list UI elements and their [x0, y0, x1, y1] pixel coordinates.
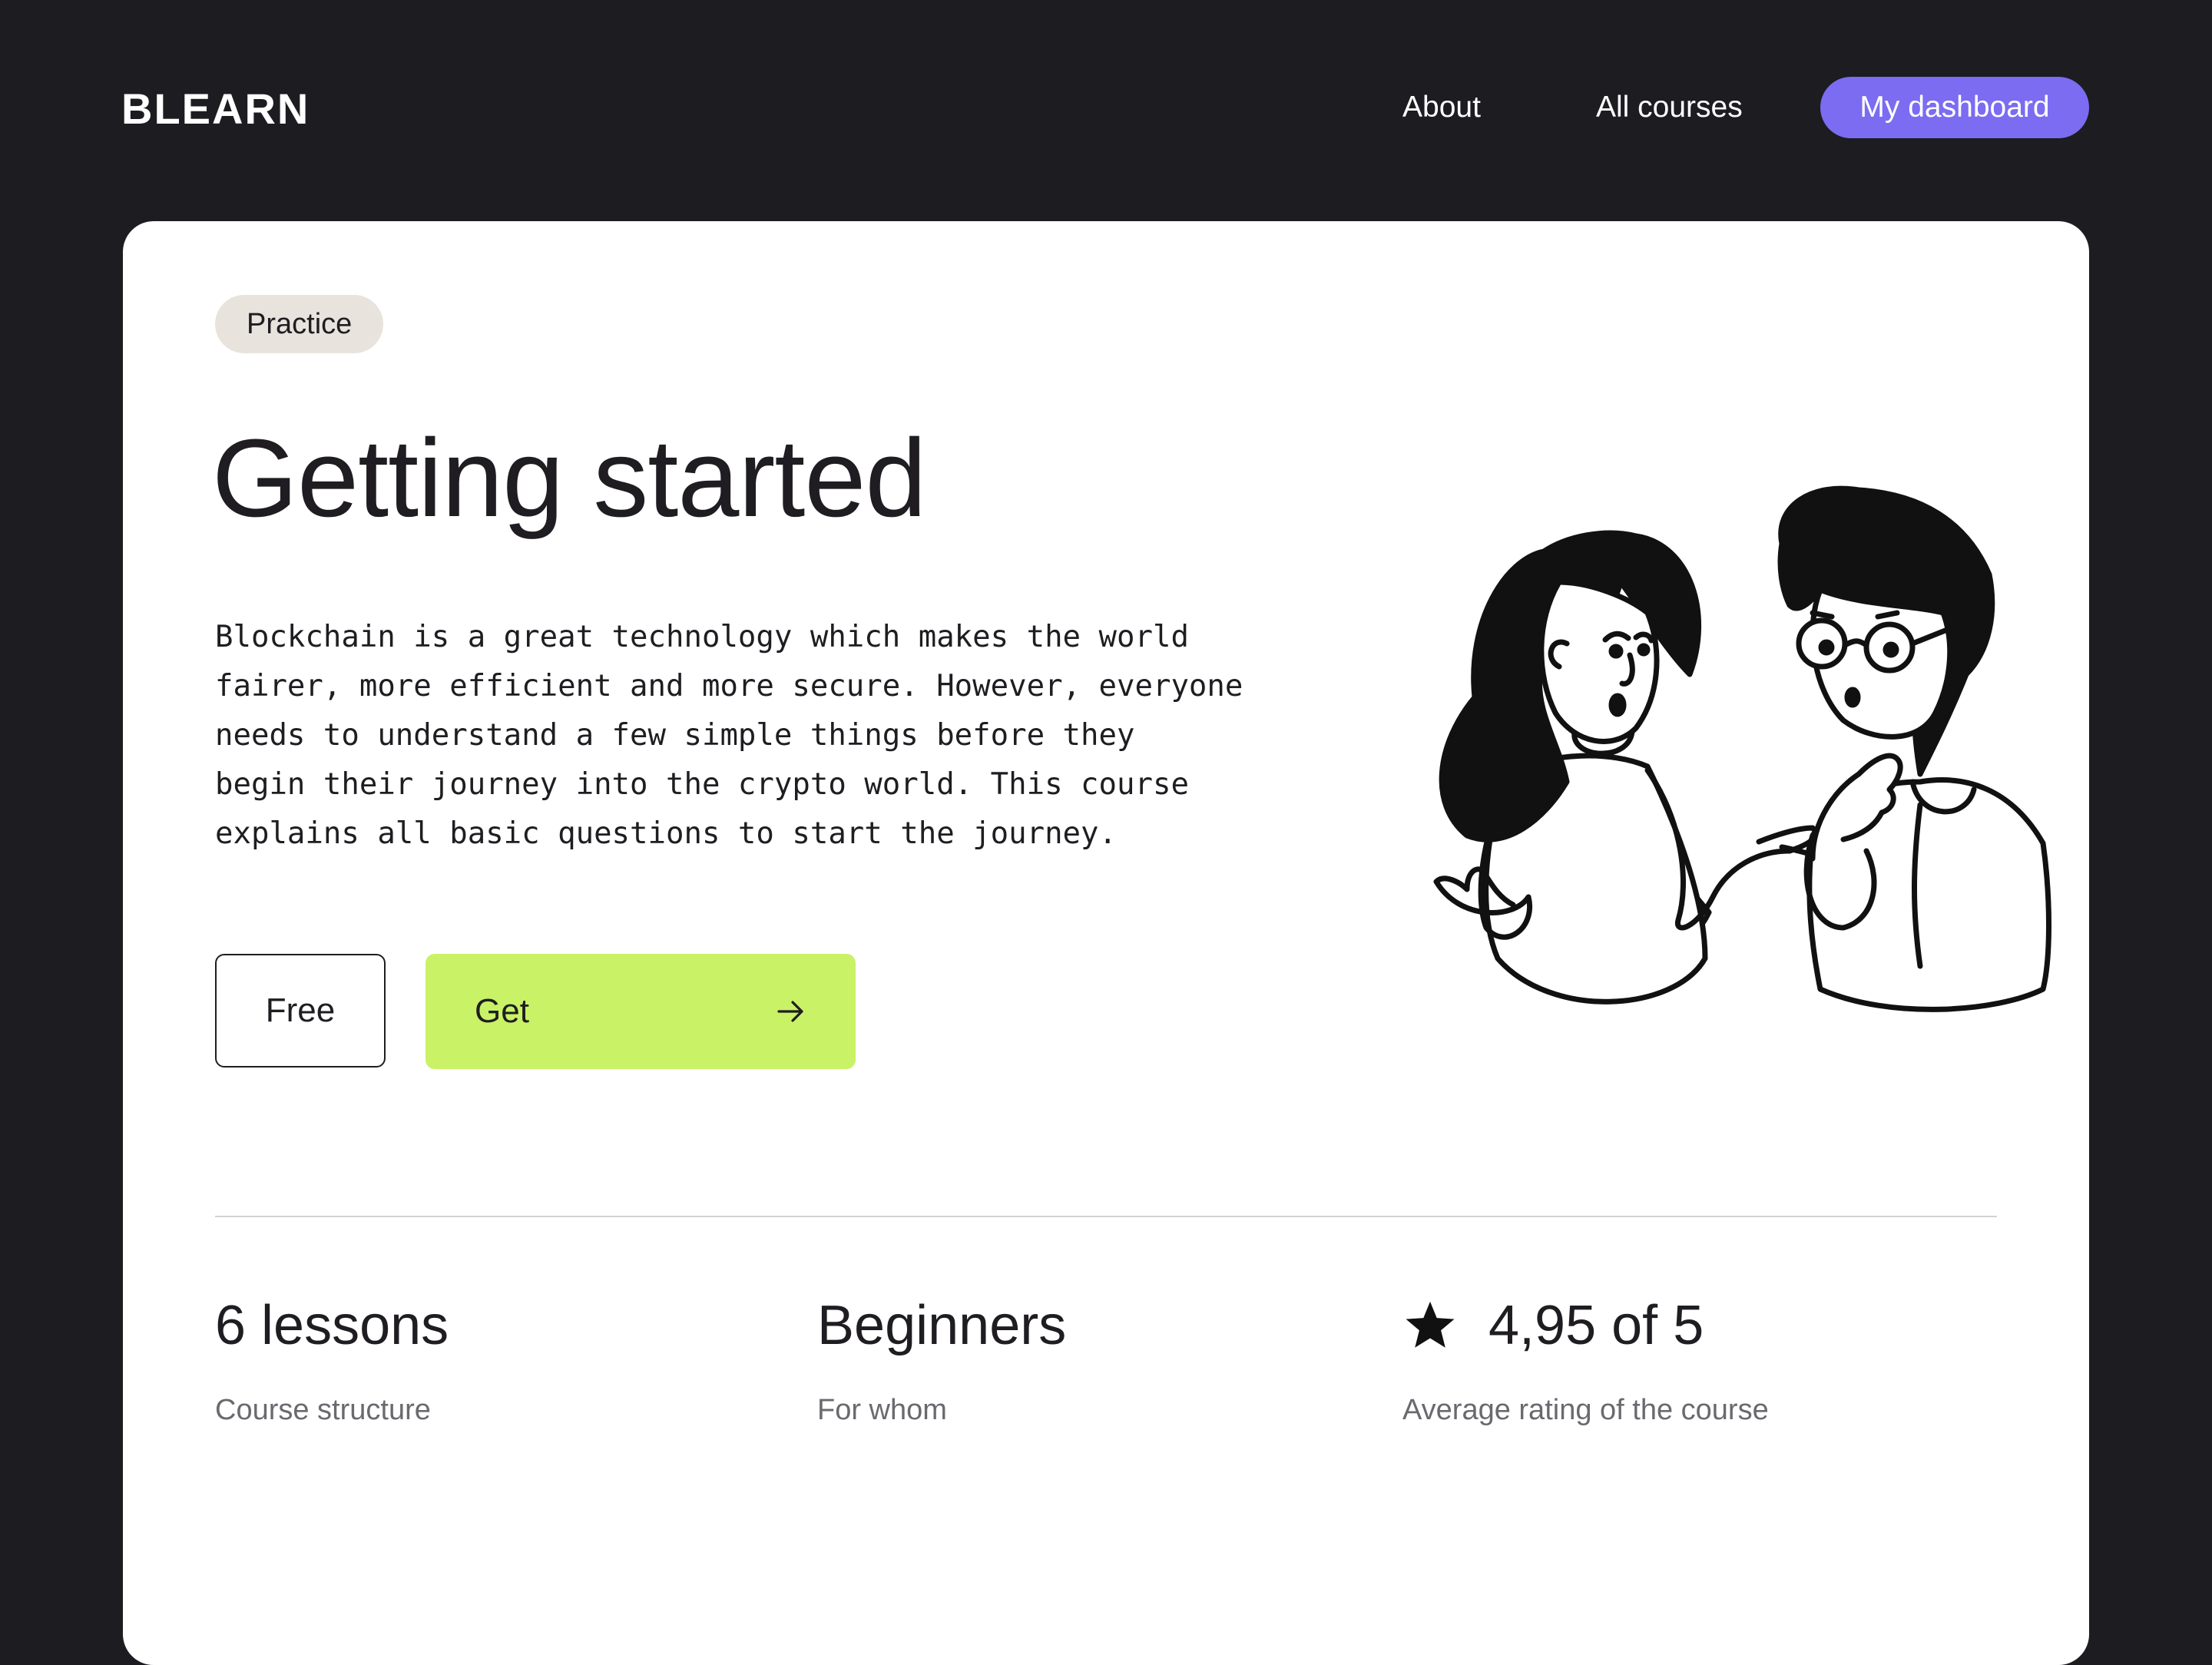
price-free-button[interactable]: Free: [215, 954, 386, 1068]
course-card: Practice Getting started Blockchain is a…: [123, 221, 2089, 1665]
stat-lessons-value: 6 lessons: [215, 1295, 449, 1356]
stat-audience: Beginners For whom: [817, 1289, 1066, 1432]
arrow-right-icon: [777, 1001, 803, 1022]
stat-audience-value: Beginners: [817, 1295, 1067, 1356]
stat-rating-value-row: 4,95 of 5: [1402, 1289, 1769, 1362]
course-title: Getting started: [212, 416, 927, 540]
my-dashboard-button[interactable]: My dashboard: [1820, 77, 2089, 138]
course-description: Blockchain is a great technology which m…: [215, 620, 1243, 851]
stat-lessons-label: Course structure: [215, 1394, 431, 1426]
stat-rating-label: Average rating of the course: [1402, 1394, 1769, 1426]
course-type-tag: Practice: [215, 295, 384, 353]
stat-lessons: 6 lessons Course structure: [215, 1289, 449, 1432]
nav-about-link[interactable]: About: [1402, 86, 1481, 129]
top-navigation: BLEARN About All courses My dashboard: [0, 0, 2212, 221]
section-divider: [215, 1216, 1997, 1217]
two-people-talking-illustration: [1433, 485, 2051, 1012]
star-icon: [1406, 1301, 1455, 1348]
stat-rating: 4,95 of 5 Average rating of the course: [1402, 1289, 1769, 1432]
logo[interactable]: BLEARN: [121, 80, 310, 138]
nav-all-courses-link[interactable]: All courses: [1596, 86, 1743, 129]
get-course-button[interactable]: Get: [426, 954, 856, 1069]
get-button-label: Get: [475, 992, 529, 1030]
stat-audience-label: For whom: [817, 1394, 947, 1426]
stat-rating-value: 4,95 of 5: [1488, 1295, 1704, 1356]
